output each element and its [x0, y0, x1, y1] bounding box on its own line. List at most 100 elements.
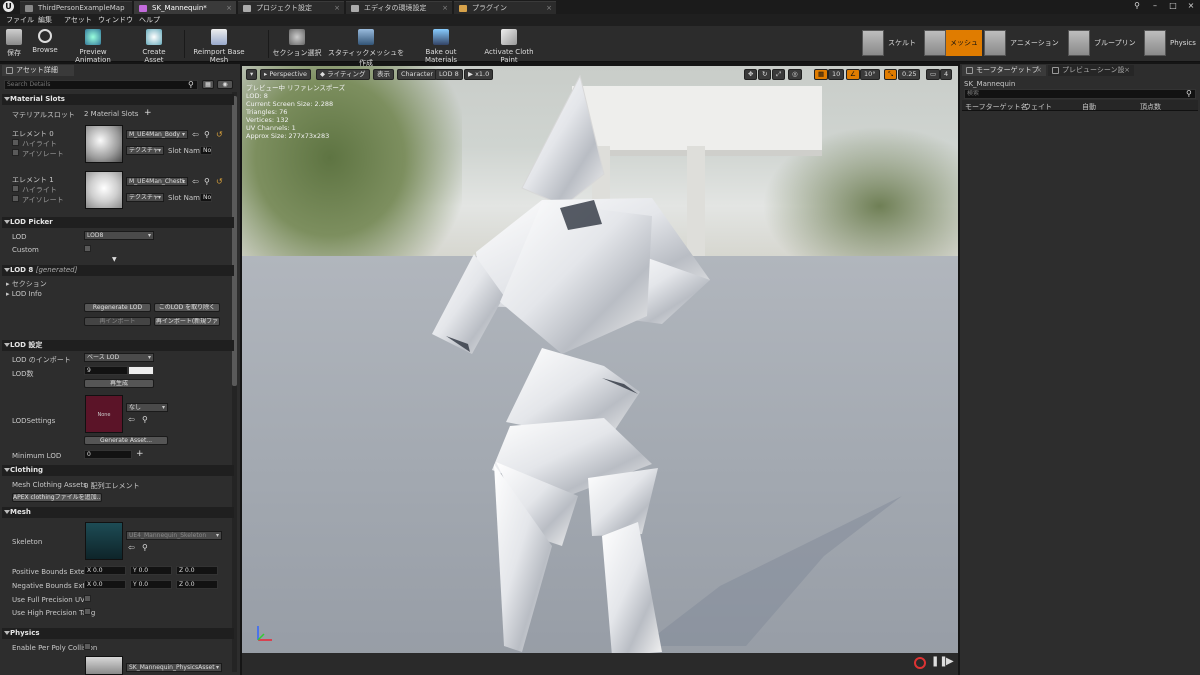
section-lod8[interactable]: LOD 8 [generated] [2, 265, 234, 276]
mode-physics[interactable]: Physics [1144, 30, 1198, 56]
preview-viewport[interactable]: ▾ ▸ Perspective ◆ ライティング 表示 Character LO… [242, 66, 958, 675]
texture-dropdown[interactable]: テクスチャ [126, 146, 164, 155]
reimport-button[interactable]: 再インポート [84, 317, 151, 326]
rotate-snap-value[interactable]: 10° [860, 69, 880, 80]
activate-cloth-paint-button[interactable]: Activate Cloth Paint [476, 28, 542, 64]
mode-blueprint[interactable]: ブループリント [1068, 30, 1140, 73]
tab-level-map[interactable]: ThirdPersonExampleMap [20, 1, 132, 14]
close-icon[interactable]: × [546, 2, 552, 14]
section-physics[interactable]: Physics [2, 628, 234, 639]
bake-out-materials-button[interactable]: Bake out Materials [410, 28, 472, 64]
arrow-left-icon[interactable]: ⇦ [128, 416, 135, 424]
add-icon[interactable]: + [144, 109, 152, 118]
high-precision-tangent-checkbox[interactable] [84, 608, 91, 615]
grid-size-value[interactable]: 10 [828, 69, 845, 80]
section-lod-settings[interactable]: LOD 設定 [2, 340, 234, 351]
morph-search-input[interactable]: 検索 [964, 89, 1196, 99]
viewport-options-button[interactable]: ▾ [246, 69, 258, 80]
lod-count-slider[interactable] [128, 366, 154, 375]
lod-button[interactable]: LOD 8 [435, 69, 463, 80]
positive-bounds-y[interactable]: Y 0.0 [130, 566, 172, 575]
regenerate-button[interactable]: 再生成 [84, 379, 154, 388]
arrow-left-icon[interactable]: ⇦ [192, 131, 199, 139]
browse-icon[interactable]: ⚲ [204, 178, 210, 186]
reimport-base-mesh-button[interactable]: Reimport Base Mesh [186, 28, 252, 64]
regenerate-lod-button[interactable]: Regenerate LOD [84, 303, 151, 312]
close-icon[interactable]: × [1124, 65, 1130, 76]
tab-asset-details[interactable]: アセット詳細 [2, 65, 74, 76]
search-icon[interactable]: ⚲ [1128, 0, 1146, 12]
perspective-button[interactable]: ▸ Perspective [260, 69, 311, 80]
browse-icon[interactable]: ⚲ [204, 131, 210, 139]
positive-bounds-x[interactable]: X 0.0 [84, 566, 126, 575]
lod-count-field[interactable]: 9 [84, 366, 128, 375]
lighting-button[interactable]: ◆ ライティング [316, 69, 370, 80]
texture-dropdown[interactable]: テクスチャ [126, 193, 164, 202]
mode-skeleton[interactable]: スケルトン [862, 30, 922, 73]
section-selection-button[interactable]: セクション選択 [272, 28, 322, 60]
add-apex-clothing-button[interactable]: APEX clothingファイルを追加... [12, 493, 102, 502]
slot-name-field[interactable]: No [200, 146, 212, 155]
column-vertex-count[interactable]: 頂点数 [1140, 102, 1161, 112]
material-select[interactable]: M_UE4Man_Body [126, 130, 188, 139]
section-clothing[interactable]: Clothing [2, 465, 234, 476]
arrow-left-icon[interactable]: ⇦ [128, 544, 135, 552]
mode-mesh[interactable]: メッシュ [924, 30, 982, 56]
material-thumbnail[interactable] [85, 125, 123, 163]
character-button[interactable]: Character [397, 69, 438, 80]
grid-snap-icon[interactable]: ▦ [814, 69, 829, 80]
min-lod-field[interactable]: 0 [84, 450, 132, 459]
menu-asset[interactable]: アセット [64, 14, 92, 26]
arrow-left-icon[interactable]: ⇦ [192, 178, 199, 186]
expand-arrow-icon[interactable]: ▼ [112, 256, 117, 264]
close-icon[interactable]: × [226, 2, 232, 14]
skeleton-thumbnail[interactable] [85, 522, 123, 560]
tab-project-settings[interactable]: プロジェクト設定 × [238, 1, 344, 14]
skeleton-select[interactable]: UE4_Mannequin_Skeleton [126, 531, 222, 540]
preview-animation-button[interactable]: Preview Animation [62, 28, 124, 64]
positive-bounds-z[interactable]: Z 0.0 [176, 566, 218, 575]
remove-lod-button[interactable]: このLOD を取り除く [154, 303, 220, 312]
add-icon[interactable]: + [136, 450, 144, 459]
close-icon[interactable]: × [334, 2, 340, 14]
tab-preview-scene-settings[interactable]: プレビューシーン設 × [1048, 65, 1134, 76]
details-search-input[interactable]: Search Details [4, 80, 198, 90]
reimport-new-file-button[interactable]: 再インポート(新規ファ [154, 317, 220, 326]
menu-help[interactable]: ヘルプ [139, 14, 160, 26]
negative-bounds-y[interactable]: Y 0.0 [130, 580, 172, 589]
close-icon[interactable]: × [1036, 65, 1042, 76]
lod-settings-thumbnail[interactable]: None [85, 395, 123, 433]
per-poly-collision-checkbox[interactable] [84, 643, 91, 650]
highlight-checkbox[interactable] [12, 185, 19, 192]
world-local-icon[interactable]: ◎ [788, 69, 802, 80]
camera-speed-icon[interactable]: ▭ [926, 69, 941, 80]
eye-view-options-icon[interactable]: ◉ [217, 80, 233, 89]
create-asset-button[interactable]: Create Asset [132, 28, 176, 64]
physics-asset-select[interactable]: SK_Mannequin_PhysicsAsset [126, 663, 222, 672]
highlight-checkbox[interactable] [12, 139, 19, 146]
scale-snap-value[interactable]: 0.25 [898, 69, 921, 80]
scale-snap-icon[interactable]: ⤡ [884, 69, 898, 80]
browse-button[interactable]: Browse [30, 28, 60, 60]
material-thumbnail[interactable] [85, 171, 123, 209]
save-button[interactable]: 保存 [2, 28, 26, 60]
maximize-icon[interactable]: □ [1164, 0, 1182, 12]
negative-bounds-z[interactable]: Z 0.0 [176, 580, 218, 589]
show-button[interactable]: 表示 [373, 69, 394, 80]
create-static-mesh-button[interactable]: スタティックメッシュを作成 [326, 28, 406, 67]
rotate-icon[interactable]: ↻ [758, 69, 772, 80]
lod-select[interactable]: LOD8 [84, 231, 154, 240]
full-precision-uvs-checkbox[interactable] [84, 595, 91, 602]
record-icon[interactable] [914, 657, 926, 669]
browse-icon[interactable]: ⚲ [142, 416, 148, 424]
section-mesh[interactable]: Mesh [2, 507, 234, 518]
rotate-snap-icon[interactable]: ∠ [846, 69, 860, 80]
close-icon[interactable]: × [442, 2, 448, 14]
column-morph-target-name[interactable]: モーフターゲット名 [965, 102, 1028, 112]
negative-bounds-x[interactable]: X 0.0 [84, 580, 126, 589]
tab-plugins[interactable]: プラグイン × [454, 1, 556, 14]
browse-icon[interactable]: ⚲ [142, 544, 148, 552]
scale-icon[interactable]: ⤢ [772, 69, 786, 80]
lod-import-select[interactable]: ベース LOD [84, 353, 154, 362]
tab-editor-preferences[interactable]: エディタの環境設定 × [346, 1, 452, 14]
